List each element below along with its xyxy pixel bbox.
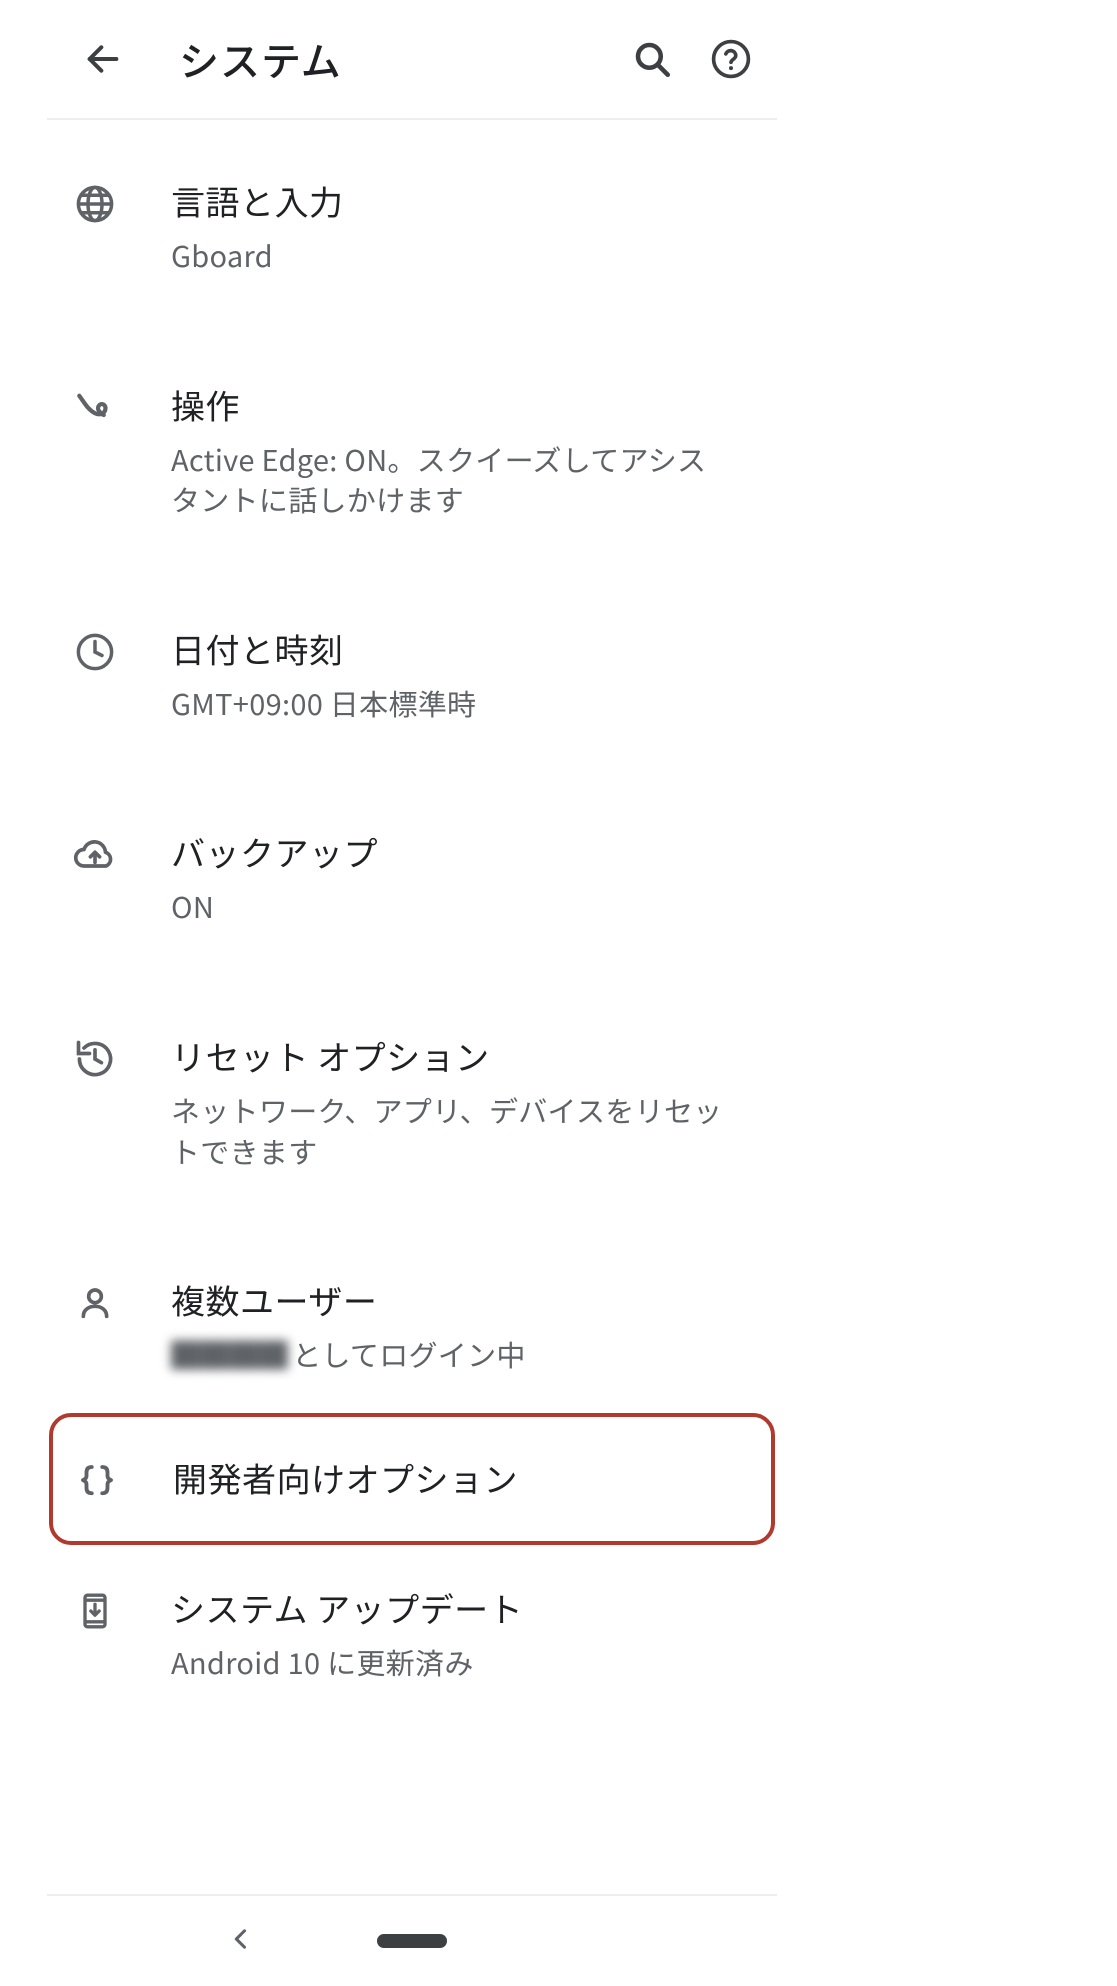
setting-title: 開発者向けオプション [173,1453,731,1502]
arrow-back-icon [83,39,123,79]
settings-list: 言語と入力 Gboard 操作 Active Edge: ON。スクイーズしてア… [47,120,777,1714]
cloud-upload-icon [71,831,119,879]
setting-subtitle: Gboard [171,235,733,276]
clock-icon [71,628,119,676]
back-button[interactable] [71,39,135,79]
setting-title: 複数ユーザー [171,1275,733,1324]
app-bar: システム [47,0,777,120]
braces-icon [73,1457,121,1505]
setting-subtitle: Active Edge: ON。スクイーズしてアシスタントに話しかけます [171,439,733,520]
setting-title: 操作 [171,380,733,429]
setting-item-gestures[interactable]: 操作 Active Edge: ON。スクイーズしてアシスタントに話しかけます [47,348,777,552]
help-button[interactable] [709,37,753,81]
setting-subtitle: GMT+09:00 日本標準時 [171,683,733,724]
setting-subtitle: ON [171,886,733,927]
chevron-left-icon [227,1925,255,1953]
setting-item-backup[interactable]: バックアップ ON [47,795,777,959]
setting-item-system-update[interactable]: システム アップデート Android 10 に更新済み [47,1551,777,1715]
squiggle-icon [71,384,119,432]
system-navigation-bar [47,1894,777,1986]
search-icon [631,38,673,80]
setting-subtitle: ネットワーク、アプリ、デバイスをリセットできます [171,1090,733,1171]
setting-item-language-input[interactable]: 言語と入力 Gboard [47,144,777,308]
system-update-icon [71,1587,119,1635]
page-title: システム [179,30,631,88]
help-icon [709,37,753,81]
setting-title: 日付と時刻 [171,624,733,673]
highlight-developer-options: 開発者向けオプション [49,1413,775,1545]
setting-item-multiple-users[interactable]: 複数ユーザー ████としてログイン中 [47,1243,777,1407]
setting-title: リセット オプション [171,1031,733,1080]
setting-title: 言語と入力 [171,176,733,225]
restore-icon [71,1035,119,1083]
setting-subtitle: ████としてログイン中 [171,1334,733,1375]
globe-icon [71,180,119,228]
setting-item-developer-options[interactable]: 開発者向けオプション [53,1417,771,1541]
setting-subtitle: Android 10 に更新済み [171,1642,733,1683]
search-button[interactable] [631,38,673,80]
nav-home-pill[interactable] [377,1934,447,1948]
setting-title: バックアップ [171,827,733,876]
nav-back-button[interactable] [227,1925,255,1958]
setting-title: システム アップデート [171,1583,733,1632]
redacted-username: ████ [171,1334,292,1375]
setting-item-date-time[interactable]: 日付と時刻 GMT+09:00 日本標準時 [47,592,777,756]
setting-item-reset[interactable]: リセット オプション ネットワーク、アプリ、デバイスをリセットできます [47,999,777,1203]
person-icon [71,1279,119,1327]
